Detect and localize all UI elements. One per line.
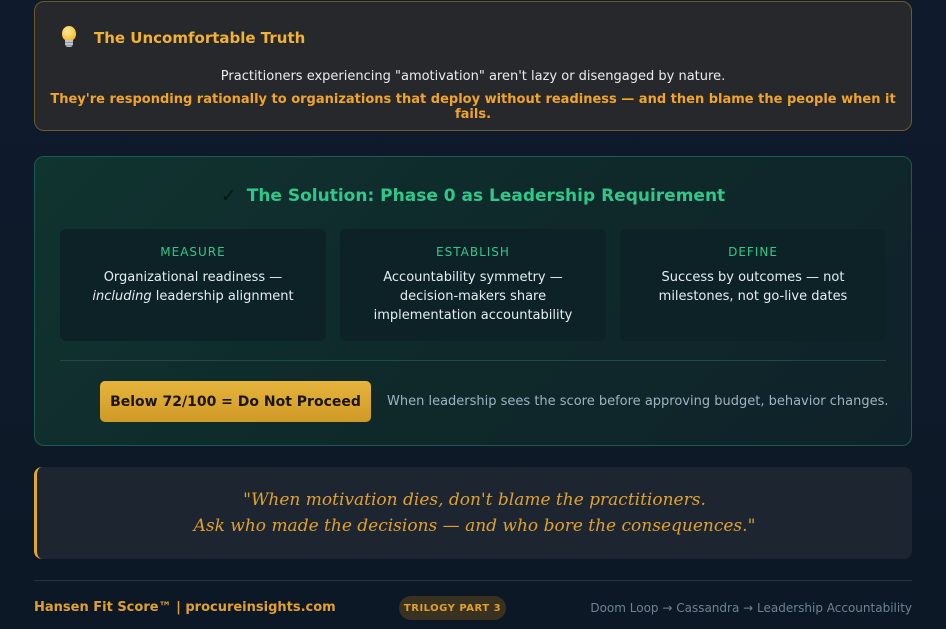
- quote-line-1: "When motivation dies, don't blame the p…: [243, 490, 706, 510]
- trilogy-badge: TRILOGY PART 3: [399, 596, 506, 620]
- footer-brand: Hansen Fit Score™ | procureinsights.com: [34, 600, 336, 615]
- truth-title: The Uncomfortable Truth: [94, 29, 306, 47]
- quote-line-2: Ask who made the decisions — and who bor…: [193, 516, 756, 536]
- score-threshold-row: Below 72/100 = Do Not Proceed When leade…: [100, 381, 889, 422]
- card-label: ESTABLISH: [436, 245, 510, 259]
- truth-highlight: They're responding rationally to organiz…: [50, 92, 896, 122]
- card-establish: ESTABLISH Accountability symmetry — deci…: [340, 229, 606, 341]
- card-text: Organizational readiness — including lea…: [92, 270, 294, 304]
- score-note: When leadership sees the score before ap…: [387, 394, 889, 409]
- uncomfortable-truth-panel: The Uncomfortable Truth Practitioners ex…: [34, 1, 912, 131]
- card-measure: MEASURE Organizational readiness — inclu…: [60, 229, 326, 341]
- solution-header: ✓ The Solution: Phase 0 as Leadership Re…: [35, 185, 911, 207]
- divider: [60, 360, 886, 361]
- card-text: Accountability symmetry — decision-maker…: [373, 270, 573, 323]
- solution-panel: ✓ The Solution: Phase 0 as Leadership Re…: [34, 156, 912, 446]
- card-define: DEFINE Success by outcomes — not milesto…: [620, 229, 886, 341]
- footer-divider: [34, 580, 912, 581]
- solution-title: The Solution: Phase 0 as Leadership Requ…: [246, 186, 726, 206]
- footer-series: Doom Loop → Cassandra → Leadership Accou…: [590, 601, 912, 615]
- checkmark-icon: ✓: [220, 185, 237, 207]
- truth-header: The Uncomfortable Truth: [59, 26, 305, 50]
- card-label: MEASURE: [160, 245, 226, 259]
- solution-cards: MEASURE Organizational readiness — inclu…: [60, 229, 886, 341]
- truth-statement: Practitioners experiencing "amotivation"…: [220, 69, 726, 84]
- score-threshold-badge: Below 72/100 = Do Not Proceed: [100, 381, 371, 422]
- quote-block: "When motivation dies, don't blame the p…: [34, 467, 912, 559]
- lightbulb-icon: [59, 26, 79, 50]
- card-text: Success by outcomes — not milestones, no…: [658, 270, 848, 304]
- card-label: DEFINE: [728, 245, 778, 259]
